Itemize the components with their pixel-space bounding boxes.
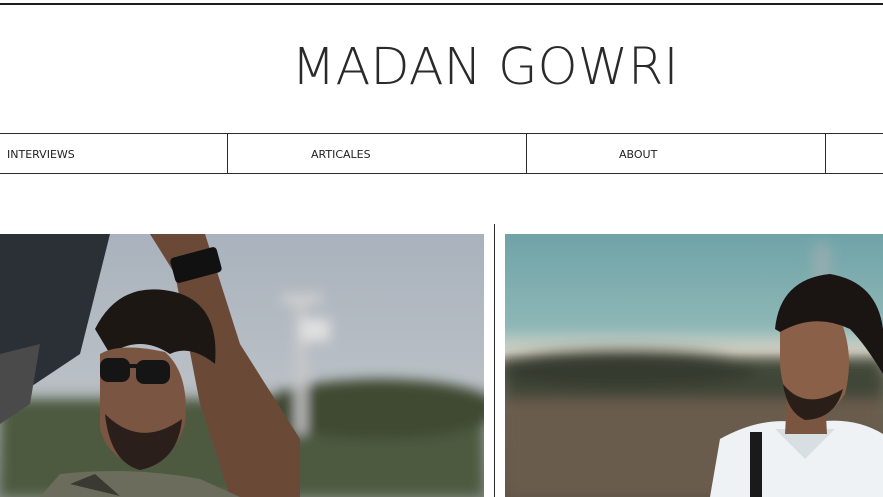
- nav-divider: [526, 134, 527, 174]
- nav-item-articales[interactable]: ARTICALES: [311, 134, 371, 174]
- photo-man-sunglasses[interactable]: [0, 234, 484, 497]
- photo-man-white-shirt[interactable]: [505, 234, 883, 497]
- photo-man-sunglasses-image: [0, 234, 484, 497]
- column-divider: [494, 224, 495, 497]
- top-border: [0, 3, 883, 5]
- photo-man-white-shirt-image: [505, 234, 883, 497]
- nav-item-about[interactable]: ABOUT: [619, 134, 657, 174]
- nav-item-interviews[interactable]: INTERVIEWS: [7, 134, 75, 174]
- nav-divider: [227, 134, 228, 174]
- main-nav: INTERVIEWS ARTICALES ABOUT: [0, 133, 883, 174]
- site-title[interactable]: MADAN GOWRI: [180, 36, 790, 100]
- nav-divider: [825, 134, 826, 174]
